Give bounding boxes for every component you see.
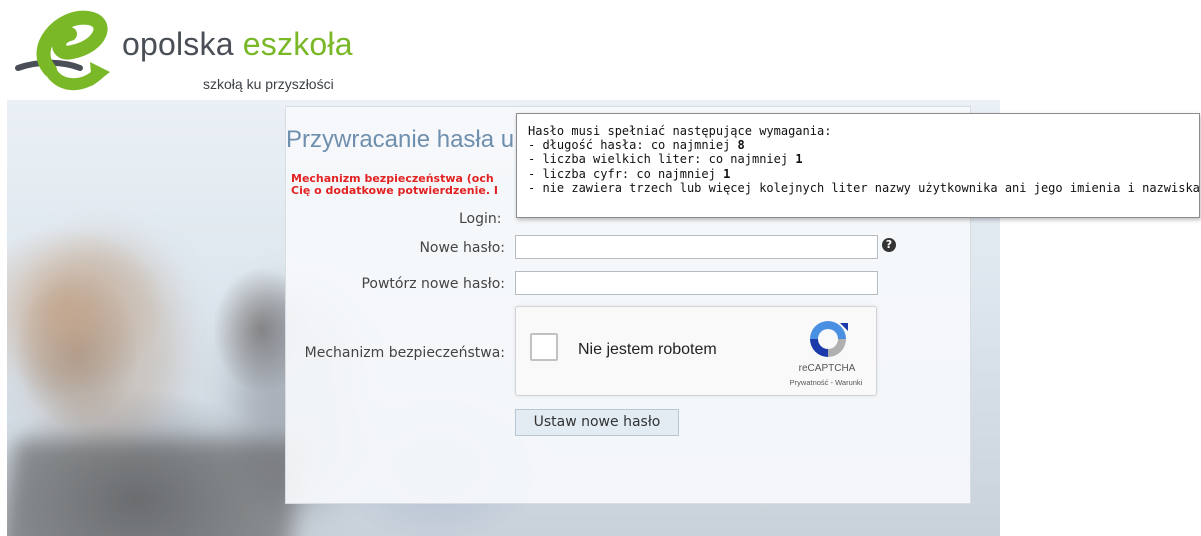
password-requirements-tooltip: Hasło musi spełniać następujące wymagani… bbox=[516, 113, 1200, 218]
hero-laptop bbox=[7, 440, 306, 536]
tooltip-req-username: - nie zawiera trzech lub więcej kolejnyc… bbox=[528, 180, 1200, 195]
brand-tagline: szkołą ku przyszłości bbox=[203, 76, 334, 92]
brand-accent: eszkoła bbox=[242, 26, 353, 62]
brand-prefix: opolska bbox=[122, 26, 243, 62]
tooltip-req-length-value: 8 bbox=[737, 138, 745, 153]
warning-line-2: Cię o dodatkowe potwierdzenie. I bbox=[291, 184, 498, 197]
hero-person-left bbox=[27, 240, 177, 440]
recaptcha-terms-link[interactable]: Warunki bbox=[835, 378, 862, 387]
brand-name[interactable]: opolska eszkoła bbox=[122, 26, 353, 63]
recaptcha-label: Nie jestem robotem bbox=[578, 341, 717, 358]
tooltip-req-length: - długość hasła: co najmniej 8 bbox=[528, 138, 1199, 152]
repeat-password-label: Powtórz nowe hasło: bbox=[361, 276, 505, 292]
tooltip-req-digits: - liczba cyfr: co najmniej 1 bbox=[528, 167, 1199, 181]
recaptcha-logo-icon bbox=[810, 321, 848, 357]
recaptcha-checkbox[interactable] bbox=[530, 333, 558, 361]
tooltip-req-uppercase-value: 1 bbox=[795, 152, 803, 167]
recaptcha-links: Prywatność - Warunki bbox=[778, 378, 874, 387]
set-new-password-button[interactable]: Ustaw nowe hasło bbox=[515, 409, 679, 436]
recaptcha-brand: reCAPTCHA bbox=[798, 363, 856, 374]
new-password-input[interactable] bbox=[515, 235, 878, 259]
recaptcha-privacy-link[interactable]: Prywatność bbox=[790, 378, 829, 387]
tooltip-req-digits-value: 1 bbox=[723, 166, 731, 181]
tooltip-req-length-text: - długość hasła: co najmniej bbox=[528, 138, 738, 153]
page-title: Przywracanie hasła u bbox=[286, 126, 515, 153]
security-warning: Mechanizm bezpieczeństwa (och Cię o doda… bbox=[291, 173, 521, 197]
tooltip-heading: Hasło musi spełniać następujące wymagani… bbox=[528, 124, 832, 138]
repeat-password-input[interactable] bbox=[515, 271, 878, 295]
tooltip-req-uppercase: - liczba wielkich liter: co najmniej 1 bbox=[528, 152, 1199, 166]
help-icon[interactable]: ? bbox=[882, 238, 896, 252]
login-label: Login: bbox=[459, 211, 502, 227]
tooltip-req-digits-text: - liczba cyfr: co najmniej bbox=[528, 166, 724, 181]
eszkola-logo-icon[interactable] bbox=[10, 8, 120, 96]
site-header: opolska eszkoła szkołą ku przyszłości bbox=[0, 0, 1000, 100]
security-mechanism-label: Mechanizm bezpieczeństwa: bbox=[304, 345, 505, 361]
tooltip-req-uppercase-text: - liczba wielkich liter: co najmniej bbox=[528, 152, 796, 167]
new-password-label: Nowe hasło: bbox=[419, 240, 505, 256]
recaptcha-widget: Nie jestem robotem reCAPTCHA Prywatność … bbox=[515, 306, 877, 396]
